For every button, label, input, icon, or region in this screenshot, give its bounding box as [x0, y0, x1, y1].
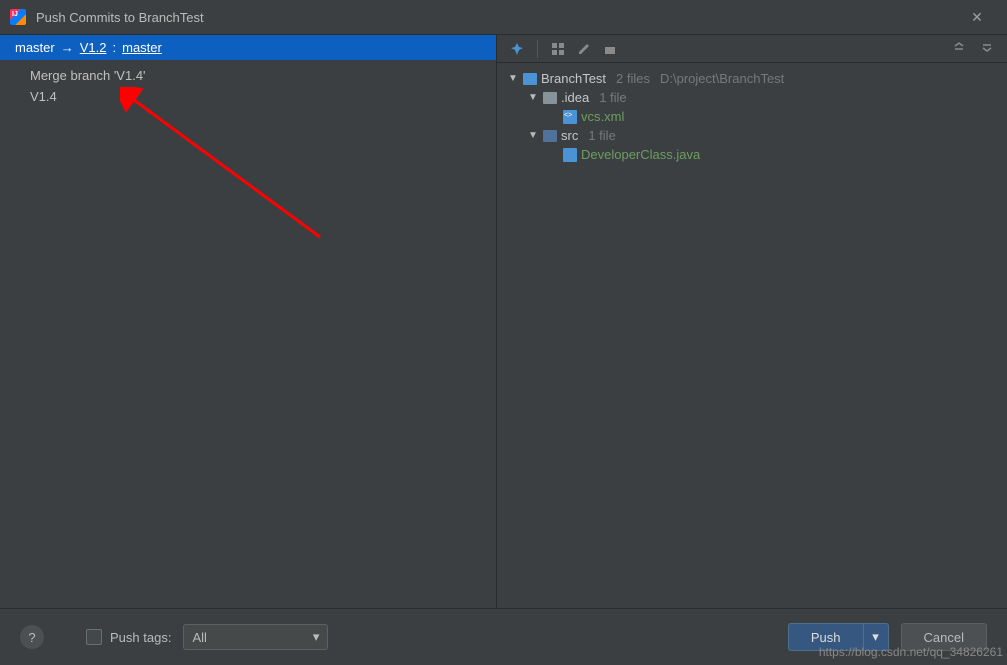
toolbar-group [546, 37, 622, 61]
local-branch: master [15, 40, 55, 55]
file-count: 1 file [599, 90, 626, 105]
group-icon[interactable] [546, 37, 570, 61]
tree-root-label: BranchTest [541, 71, 606, 86]
colon: : [112, 40, 116, 55]
xml-file-icon [563, 110, 577, 124]
revert-icon[interactable] [598, 37, 622, 61]
tree-file[interactable]: vcs.xml [507, 107, 997, 126]
push-tags-label: Push tags: [110, 630, 171, 645]
help-button[interactable]: ? [20, 625, 44, 649]
expand-all-icon[interactable] [947, 37, 971, 61]
tree-toggle-icon[interactable]: ▼ [527, 130, 539, 141]
push-tags-option: Push tags: [86, 629, 171, 645]
files-toolbar [497, 35, 1007, 63]
files-panel: ▼ BranchTest 2 files D:\project\BranchTe… [497, 35, 1007, 608]
file-count: 2 files [616, 71, 650, 86]
file-tree: ▼ BranchTest 2 files D:\project\BranchTe… [497, 63, 1007, 170]
remote-branch[interactable]: master [122, 40, 162, 55]
edit-icon[interactable] [572, 37, 596, 61]
branch-header[interactable]: master → V1.2 : master [0, 35, 496, 60]
commits-list: Merge branch 'V1.4' V1.4 [0, 60, 496, 112]
project-path: D:\project\BranchTest [660, 71, 784, 86]
tree-root[interactable]: ▼ BranchTest 2 files D:\project\BranchTe… [507, 69, 997, 88]
file-label: DeveloperClass.java [581, 147, 700, 162]
commit-item[interactable]: V1.4 [0, 86, 496, 107]
commits-panel: master → V1.2 : master Merge branch 'V1.… [0, 35, 497, 608]
pin-icon[interactable] [505, 37, 529, 61]
folder-label: .idea [561, 90, 589, 105]
tree-toggle-icon[interactable]: ▼ [527, 92, 539, 103]
project-folder-icon [523, 73, 537, 85]
content: master → V1.2 : master Merge branch 'V1.… [0, 35, 1007, 608]
window-title: Push Commits to BranchTest [36, 10, 957, 25]
tree-toggle-icon[interactable]: ▼ [507, 73, 519, 84]
file-label: vcs.xml [581, 109, 624, 124]
push-tags-select[interactable]: All ▾ [183, 624, 328, 650]
watermark: https://blog.csdn.net/qq_34826261 [819, 645, 1003, 659]
folder-label: src [561, 128, 578, 143]
tree-folder[interactable]: ▼ src 1 file [507, 126, 997, 145]
folder-icon [543, 92, 557, 104]
push-tags-checkbox[interactable] [86, 629, 102, 645]
src-folder-icon [543, 130, 557, 142]
app-icon [10, 9, 26, 25]
java-file-icon [563, 148, 577, 162]
tree-file[interactable]: DeveloperClass.java [507, 145, 997, 164]
chevron-down-icon: ▾ [313, 629, 320, 645]
file-count: 1 file [588, 128, 615, 143]
tree-folder[interactable]: ▼ .idea 1 file [507, 88, 997, 107]
close-button[interactable]: ✕ [957, 0, 997, 35]
collapse-all-icon[interactable] [975, 37, 999, 61]
remote-name[interactable]: V1.2 [80, 40, 107, 55]
commit-item[interactable]: Merge branch 'V1.4' [0, 65, 496, 86]
toolbar-separator [537, 40, 538, 58]
arrow-right-icon: → [61, 40, 74, 55]
push-tags-value: All [192, 630, 206, 645]
titlebar: Push Commits to BranchTest ✕ [0, 0, 1007, 35]
